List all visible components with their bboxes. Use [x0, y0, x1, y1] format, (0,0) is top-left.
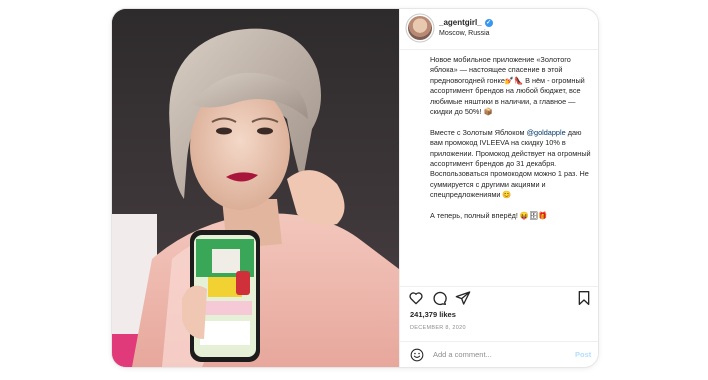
likes-count[interactable]: 241,379 likes	[410, 310, 456, 319]
verified-badge-icon: ✓	[484, 19, 493, 27]
heart-icon[interactable]	[408, 290, 424, 306]
avatar[interactable]	[408, 16, 432, 40]
post-photo[interactable]	[112, 9, 399, 367]
post-date[interactable]: DECEMBER 8, 2020	[410, 325, 466, 331]
emoji-icon[interactable]	[410, 348, 424, 362]
post-details-panel: _agentgirl_ ✓ Moscow, Russia Новое мобиль…	[399, 9, 598, 367]
caption-text: даю вам промокод IVLEEVA на скидку 10% в…	[430, 127, 591, 200]
post-caption: Новое мобильное приложение «Золотого ябл…	[430, 55, 596, 232]
username-row: _agentgirl_ ✓	[439, 18, 493, 27]
location-link[interactable]: Moscow, Russia	[439, 30, 490, 37]
action-bar	[400, 286, 598, 309]
mention-link-goldapple[interactable]: @goldapple	[527, 128, 566, 137]
post-header: _agentgirl_ ✓ Moscow, Russia	[400, 9, 598, 50]
post-comment-button[interactable]: Post	[575, 350, 591, 359]
comment-input[interactable]: Add a comment...	[433, 350, 492, 359]
instagram-post-card: _agentgirl_ ✓ Moscow, Russia Новое мобиль…	[112, 9, 598, 367]
bookmark-icon[interactable]	[576, 290, 592, 306]
photo-illustration	[112, 9, 399, 367]
caption-paragraph-2: Вместе с Золотым Яблоком @goldapple даю …	[430, 128, 596, 201]
comment-icon[interactable]	[431, 290, 447, 306]
comment-bar: Add a comment... Post	[400, 341, 598, 367]
caption-text: Вместе с Золотым Яблоком	[430, 127, 527, 137]
caption-paragraph-3: А теперь, полный вперёд! 😝🗄🎁	[430, 211, 548, 221]
caption-paragraph-1: Новое мобильное приложение «Золотого ябл…	[430, 55, 585, 117]
username-link[interactable]: _agentgirl_	[439, 18, 482, 27]
paper-plane-icon[interactable]	[455, 290, 471, 306]
